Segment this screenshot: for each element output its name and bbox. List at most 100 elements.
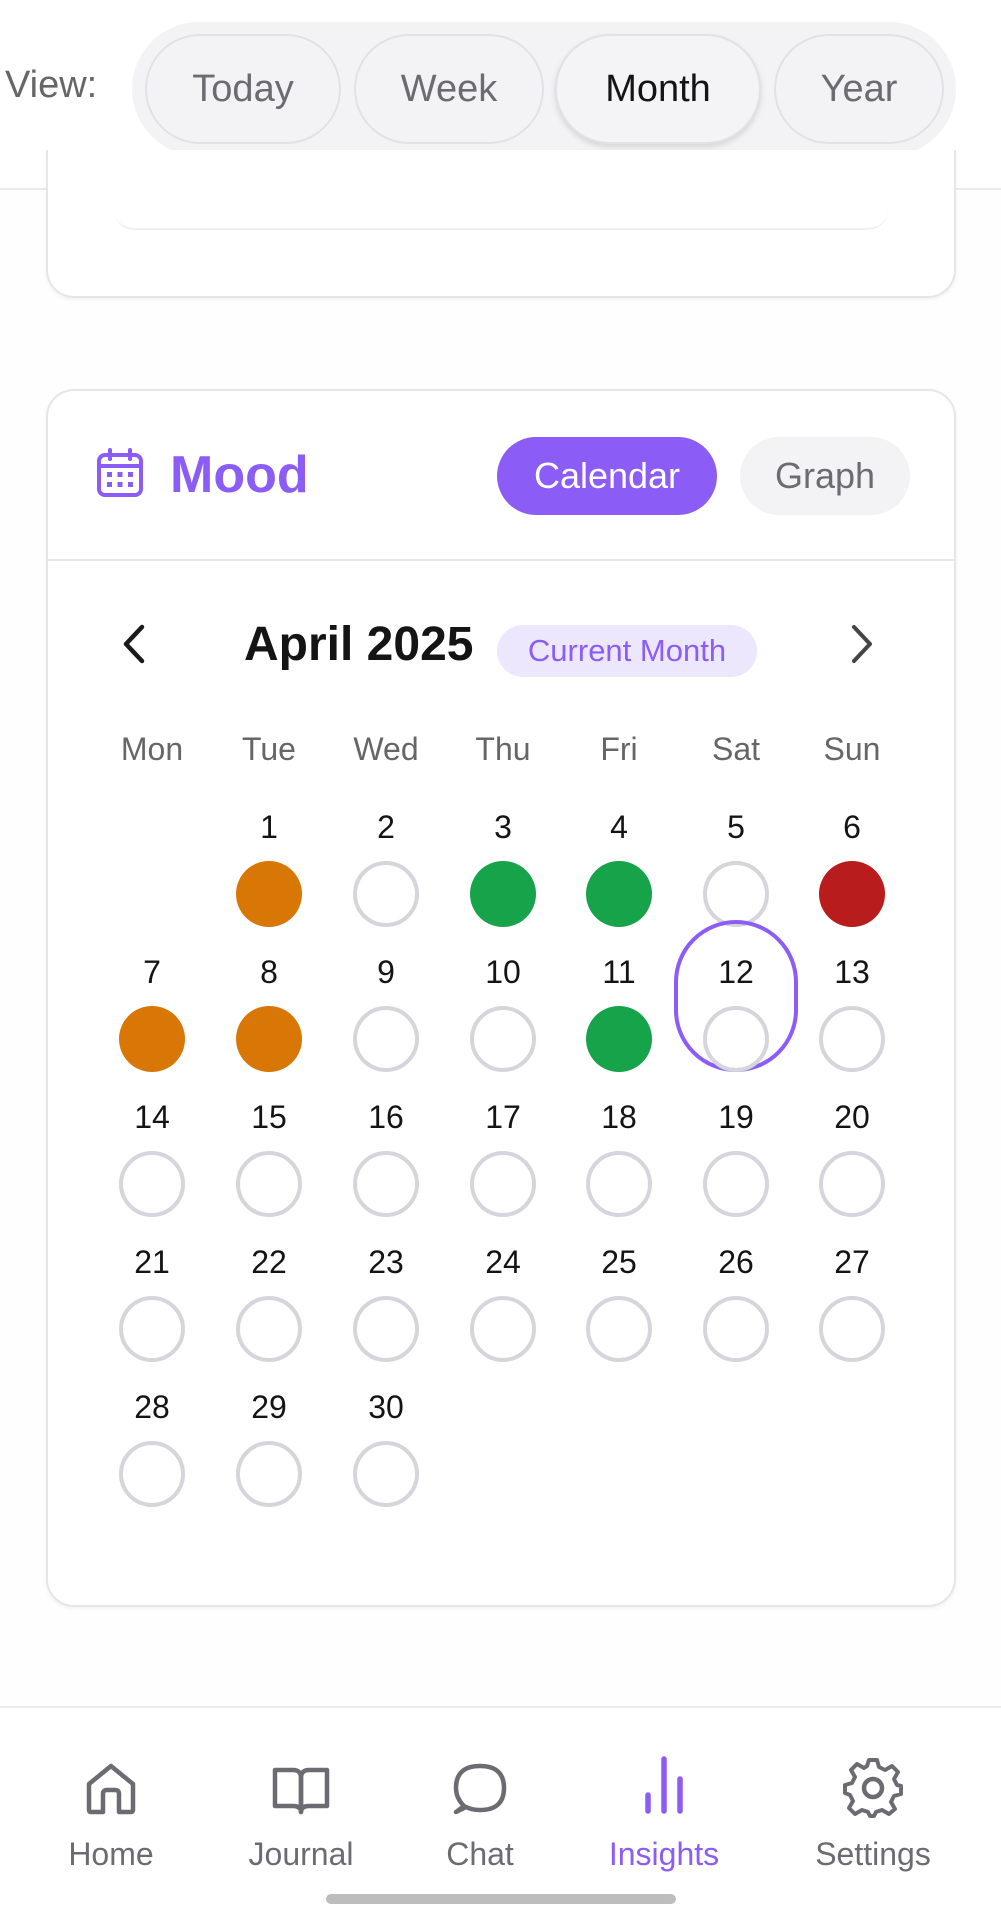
- mood-dot-empty[interactable]: [353, 1151, 419, 1217]
- mood-dot-empty[interactable]: [703, 1151, 769, 1217]
- day-number-15: 15: [251, 1099, 287, 1135]
- mood-dot-empty[interactable]: [119, 1151, 185, 1217]
- book-icon: [272, 1767, 330, 1815]
- mood-dot-orange[interactable]: [236, 861, 302, 927]
- home-icon: [86, 1763, 136, 1815]
- weekday-tue: Tue: [242, 731, 296, 767]
- mood-dot-green[interactable]: [470, 861, 536, 927]
- chevron-right-icon[interactable]: [842, 619, 882, 669]
- mood-dot-empty[interactable]: [353, 1006, 419, 1072]
- weekday-wed: Wed: [353, 731, 419, 767]
- day-number-20: 20: [834, 1099, 870, 1135]
- day-number-24: 24: [485, 1244, 521, 1280]
- insights-icon: [645, 1756, 683, 1814]
- home-indicator: [326, 1894, 676, 1904]
- day-number-11: 11: [602, 954, 636, 990]
- nav-settings-label: Settings: [815, 1836, 931, 1872]
- nav-chat-label: Chat: [446, 1836, 514, 1872]
- current-month-badge: Current Month: [497, 625, 757, 677]
- mood-dot-empty[interactable]: [470, 1006, 536, 1072]
- mood-dot-empty[interactable]: [819, 1296, 885, 1362]
- mood-dot-empty[interactable]: [353, 1296, 419, 1362]
- day-number-1: 1: [260, 809, 278, 845]
- day-number-17: 17: [485, 1099, 521, 1135]
- mood-dot-empty[interactable]: [236, 1151, 302, 1217]
- day-number-25: 25: [601, 1244, 637, 1280]
- mood-dot-green[interactable]: [586, 1006, 652, 1072]
- calendar-icon: [97, 448, 143, 497]
- day-number-28: 28: [134, 1389, 170, 1425]
- mood-dot-empty[interactable]: [470, 1151, 536, 1217]
- day-number-7: 7: [143, 954, 161, 990]
- nav-chat[interactable]: Chat: [390, 1708, 570, 1888]
- day-number-14: 14: [134, 1099, 170, 1135]
- day-number-26: 26: [718, 1244, 754, 1280]
- day-number-22: 22: [251, 1244, 287, 1280]
- mood-dot-empty[interactable]: [819, 1006, 885, 1072]
- nav-settings[interactable]: Settings: [783, 1708, 963, 1888]
- day-number-18: 18: [601, 1099, 637, 1135]
- day-number-16: 16: [368, 1099, 404, 1135]
- view-year-button[interactable]: Year: [774, 34, 944, 144]
- previous-card: [46, 150, 956, 298]
- day-number-19: 19: [718, 1099, 754, 1135]
- nav-journal[interactable]: Journal: [211, 1708, 391, 1888]
- graph-toggle-button[interactable]: Graph: [740, 437, 910, 515]
- day-number-29: 29: [251, 1389, 287, 1425]
- mood-dot-orange[interactable]: [119, 1006, 185, 1072]
- mood-dot-empty[interactable]: [236, 1441, 302, 1507]
- day-number-27: 27: [834, 1244, 870, 1280]
- nav-home-label: Home: [68, 1836, 154, 1872]
- weekday-sat: Sat: [711, 731, 761, 767]
- day-number-3: 3: [494, 809, 512, 845]
- chat-bubble-icon: [453, 1763, 507, 1815]
- mood-dot-empty[interactable]: [703, 861, 769, 927]
- calendar-toggle-button[interactable]: Calendar: [497, 437, 717, 515]
- mood-dot-green[interactable]: [586, 861, 652, 927]
- mood-dot-empty[interactable]: [119, 1441, 185, 1507]
- weekday-fri: Fri: [600, 731, 638, 767]
- view-month-button[interactable]: Month: [555, 34, 761, 144]
- day-number-12: 12: [718, 954, 754, 990]
- nav-home[interactable]: Home: [21, 1708, 201, 1888]
- weekday-thu: Thu: [475, 731, 531, 767]
- weekday-mon: Mon: [120, 731, 184, 767]
- day-number-30: 30: [368, 1389, 404, 1425]
- mood-dot-empty[interactable]: [703, 1296, 769, 1362]
- chevron-left-icon[interactable]: [114, 619, 154, 669]
- bottom-navigation: Home Journal Chat Insights Settings: [0, 1706, 1001, 1920]
- nav-insights[interactable]: Insights: [574, 1708, 754, 1888]
- mood-dot-empty[interactable]: [470, 1296, 536, 1362]
- mood-dot-empty[interactable]: [353, 1441, 419, 1507]
- day-number-4: 4: [610, 809, 628, 845]
- day-number-9: 9: [377, 954, 395, 990]
- view-week-button[interactable]: Week: [354, 34, 544, 144]
- mood-dot-empty[interactable]: [586, 1151, 652, 1217]
- mood-title: Mood: [170, 446, 309, 504]
- day-number-6: 6: [843, 809, 861, 845]
- mood-dot-red[interactable]: [819, 861, 885, 927]
- day-number-2: 2: [377, 809, 395, 845]
- mood-dot-empty[interactable]: [353, 861, 419, 927]
- mood-card: Mood Calendar Graph April 2025 Current M…: [46, 389, 956, 1607]
- nav-insights-label: Insights: [608, 1836, 720, 1872]
- day-number-10: 10: [485, 954, 521, 990]
- mood-dot-empty[interactable]: [586, 1296, 652, 1362]
- day-number-13: 13: [834, 954, 870, 990]
- previous-card-inner: [114, 190, 888, 230]
- day-number-8: 8: [260, 954, 278, 990]
- weekday-sun: Sun: [823, 731, 881, 767]
- nav-journal-label: Journal: [248, 1836, 354, 1872]
- day-number-23: 23: [368, 1244, 404, 1280]
- month-title: April 2025: [244, 618, 474, 671]
- mood-dot-empty[interactable]: [703, 1006, 769, 1072]
- mood-dot-empty[interactable]: [119, 1296, 185, 1362]
- day-number-5: 5: [727, 809, 745, 845]
- gear-icon: [843, 1758, 903, 1818]
- view-label: View:: [5, 64, 98, 106]
- mood-dot-empty[interactable]: [236, 1296, 302, 1362]
- view-segmented-control: Today Week Month Year: [132, 22, 956, 156]
- mood-dot-empty[interactable]: [819, 1151, 885, 1217]
- mood-dot-orange[interactable]: [236, 1006, 302, 1072]
- view-today-button[interactable]: Today: [145, 34, 341, 144]
